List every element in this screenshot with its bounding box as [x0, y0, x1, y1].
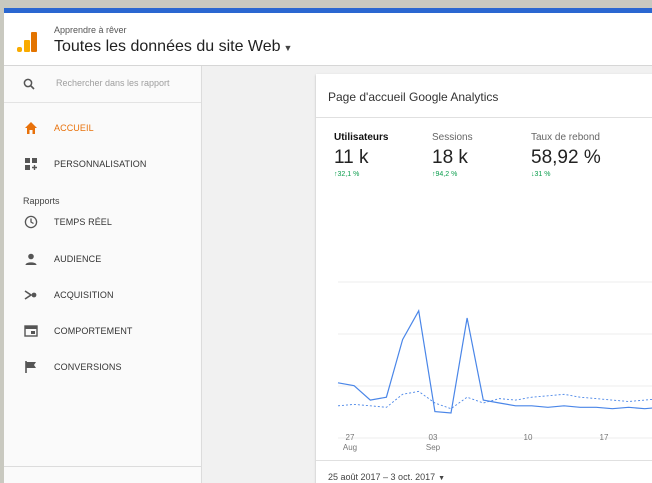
search-icon — [23, 78, 35, 90]
view-name: Toutes les données du site Web — [54, 38, 281, 55]
x-tick-month: Aug — [343, 443, 357, 452]
sidebar-item-comportement[interactable]: COMPORTEMENT — [4, 317, 201, 345]
main-content: Page d'accueil Google Analytics Utilisat… — [202, 66, 652, 483]
home-icon — [25, 122, 37, 134]
reports-section-label: Rapports — [23, 196, 60, 206]
date-range-bar[interactable]: 25 août 2017 – 3 oct. 2017 ▼ — [316, 460, 652, 483]
metric-change: ↑94,2 % — [432, 171, 458, 178]
person-icon — [25, 253, 37, 265]
date-range-selector[interactable]: 25 août 2017 – 3 oct. 2017 ▼ — [328, 472, 445, 482]
divider — [316, 117, 652, 118]
sidebar-footer — [4, 466, 201, 483]
home-card: Page d'accueil Google Analytics Utilisat… — [316, 74, 652, 483]
account-name: Apprendre à rêver — [54, 25, 127, 35]
clock-icon — [24, 215, 38, 229]
sidebar-item-label: ACCUEIL — [54, 123, 94, 133]
metric-value: 58,92 % — [531, 147, 601, 168]
view-selector[interactable]: Toutes les données du site Web ▼ — [54, 38, 292, 56]
flag-icon — [25, 361, 36, 373]
metric-change: ↑32,1 % — [334, 171, 360, 178]
metric-label: Utilisateurs — [334, 132, 389, 143]
x-tick-day: 10 — [524, 433, 533, 442]
users-line-chart: 27Aug 03Sep 10 17 — [337, 281, 652, 452]
sidebar-item-label: COMPORTEMENT — [54, 326, 133, 336]
metric-value: 11 k — [334, 147, 369, 168]
sidebar-item-label: AUDIENCE — [54, 254, 102, 264]
metric-value: 18 k — [432, 147, 468, 168]
analytics-window: Apprendre à rêver Toutes les données du … — [4, 8, 652, 483]
metric-label: Sessions — [432, 132, 473, 143]
metric-tab-sessions[interactable]: Sessions 18 k ↑94,2 % — [432, 132, 542, 178]
acquisition-icon — [24, 290, 37, 300]
sidebar-item-label: ACQUISITION — [54, 290, 114, 300]
metric-change: ↓31 % — [531, 171, 551, 178]
metric-tab-taux-de-rebond[interactable]: Taux de rebond 58,92 % ↓31 % — [531, 132, 641, 178]
metric-label: Taux de rebond — [531, 132, 600, 143]
sidebar-item-temps-reel[interactable]: TEMPS RÉEL — [4, 208, 201, 236]
sidebar-item-acquisition[interactable]: ACQUISITION — [4, 281, 201, 309]
x-tick-month: Sep — [426, 443, 441, 452]
sidebar-item-audience[interactable]: AUDIENCE — [4, 245, 201, 273]
sidebar-item-label: CONVERSIONS — [54, 362, 122, 372]
x-tick-day: 03 — [429, 433, 438, 442]
metric-tab-utilisateurs[interactable]: Utilisateurs 11 k ↑32,1 % — [334, 132, 444, 178]
caret-down-icon: ▼ — [438, 475, 446, 482]
header: Apprendre à rêver Toutes les données du … — [4, 13, 652, 66]
behavior-icon — [24, 325, 38, 337]
sidebar-item-label: PERSONNALISATION — [54, 159, 147, 169]
search-input[interactable]: Rechercher dans les rapport — [56, 78, 170, 88]
search-bar[interactable]: Rechercher dans les rapport — [4, 66, 201, 103]
date-range-text: 25 août 2017 – 3 oct. 2017 — [328, 472, 436, 482]
sidebar-item-personnalisation[interactable]: PERSONNALISATION — [4, 150, 201, 178]
card-title: Page d'accueil Google Analytics — [328, 90, 499, 104]
x-tick-day: 17 — [600, 433, 609, 442]
dashboard-icon — [25, 158, 37, 170]
series-line-current — [337, 309, 652, 414]
analytics-logo-icon[interactable] — [17, 32, 37, 52]
sidebar: Rechercher dans les rapport ACCUEIL PERS… — [4, 66, 202, 483]
sidebar-item-accueil[interactable]: ACCUEIL — [4, 114, 201, 142]
sidebar-item-conversions[interactable]: CONVERSIONS — [4, 353, 201, 381]
sidebar-item-label: TEMPS RÉEL — [54, 217, 113, 227]
x-tick-day: 27 — [346, 433, 355, 442]
series-line-previous — [337, 390, 652, 410]
caret-down-icon: ▼ — [283, 43, 293, 53]
